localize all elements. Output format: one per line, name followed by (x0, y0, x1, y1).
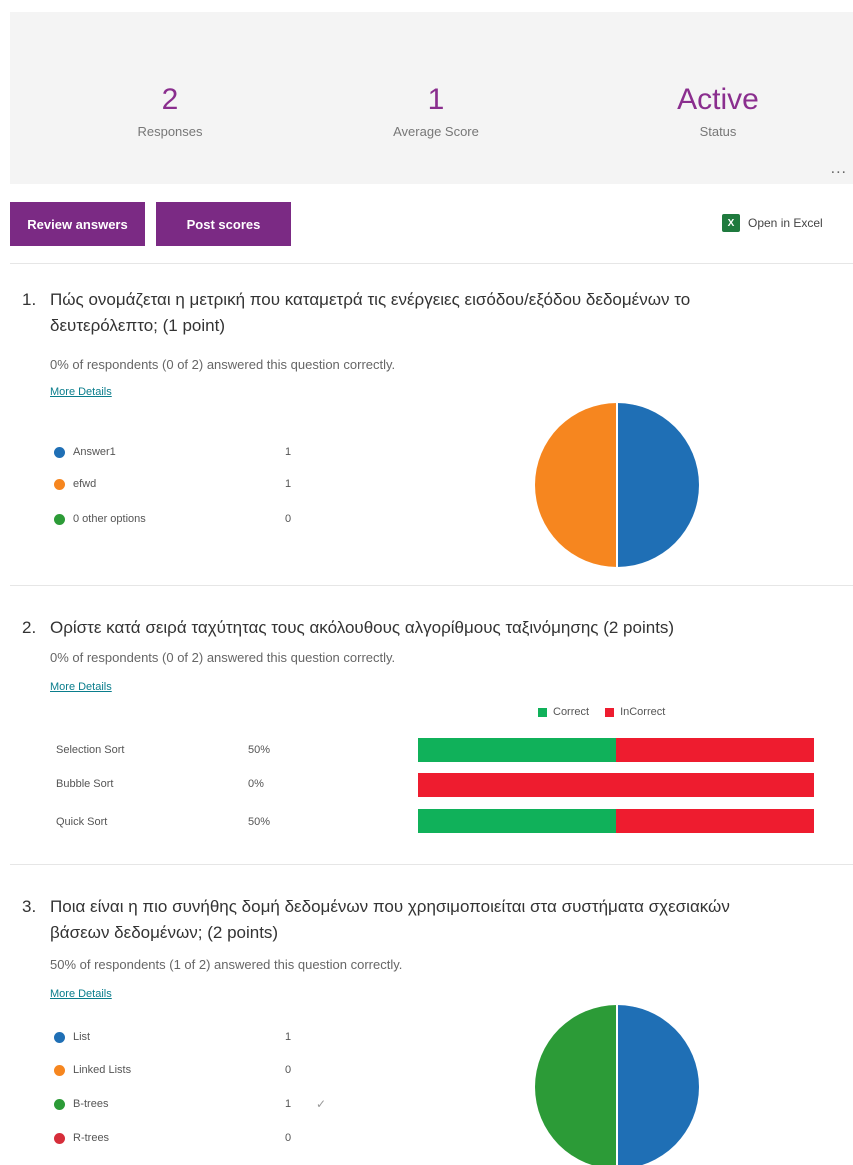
blue-dot-icon (54, 1031, 65, 1043)
pie-slice-b-trees (535, 1005, 617, 1165)
question-1-title: 1. Πώς ονομάζεται η μετρική που καταμετρά… (22, 290, 691, 335)
orange-dot-icon (54, 1064, 65, 1076)
red-dot-icon (54, 1132, 65, 1144)
average-score-value: 1 (427, 83, 445, 116)
list-item: List 1 (54, 1027, 291, 1047)
correct-segment (418, 738, 616, 762)
question-3-pie-chart (535, 1005, 699, 1165)
average-score-stat: 1 Average Score (336, 82, 536, 139)
bar-row-pct: 50% (248, 744, 271, 756)
list-item: 0 other options 0 (54, 509, 291, 529)
pie-slice-efwd (535, 403, 617, 567)
pie-slice-list (617, 1005, 699, 1165)
bar-quick-sort (418, 809, 814, 833)
bar-selection-sort (418, 738, 814, 762)
question-2-stat: 0% of respondents (0 of 2) answered this… (50, 650, 396, 665)
bar-bubble-sort (418, 773, 814, 797)
incorrect-segment (418, 773, 814, 797)
legend-correct: Correct (538, 706, 589, 718)
divider (10, 263, 853, 264)
question-3-title: 3. Ποια είναι η πιο συνήθης δομή δεδομένω… (22, 897, 730, 942)
post-scores-button[interactable]: Post scores (156, 202, 291, 246)
divider (10, 864, 853, 865)
open-in-excel-link[interactable]: X Open in Excel (722, 214, 823, 232)
question-2-title: 2. Ορίστε κατά σειρά ταχύτητας τους ακόλο… (22, 618, 675, 637)
list-item: B-trees 1 ✓ (54, 1094, 326, 1114)
question-1-stat: 0% of respondents (0 of 2) answered this… (50, 357, 396, 372)
bar-legend: Correct InCorrect (538, 706, 681, 718)
responses-count: 2 (161, 83, 179, 116)
open-in-excel-label: Open in Excel (748, 216, 823, 230)
responses-label: Responses (137, 124, 203, 139)
list-item: Linked Lists 0 (54, 1060, 291, 1080)
bar-row-label: Quick Sort (56, 816, 108, 828)
legend-incorrect: InCorrect (605, 706, 665, 718)
question-1-pie-chart (535, 403, 699, 567)
list-item: efwd 1 (54, 474, 291, 494)
question-2-more-details-link[interactable]: More Details (50, 681, 112, 693)
question-1-more-details-link[interactable]: More Details (50, 386, 112, 398)
pie-slice-answer1 (617, 403, 699, 567)
status-label: Status (699, 124, 737, 139)
bar-row-pct: 0% (248, 778, 264, 790)
bar-row-pct: 50% (248, 816, 271, 828)
status-value: Active (677, 83, 759, 116)
blue-dot-icon (54, 446, 65, 458)
excel-icon: X (722, 214, 740, 232)
list-item: Answer1 1 (54, 442, 291, 462)
bar-row-label: Bubble Sort (56, 778, 114, 790)
green-dot-icon (54, 1098, 65, 1110)
more-options-icon[interactable]: ... (831, 160, 847, 178)
check-icon: ✓ (316, 1097, 327, 1111)
question-3-more-details-link[interactable]: More Details (50, 988, 112, 1000)
incorrect-segment (616, 738, 814, 762)
list-item: R-trees 0 (54, 1128, 291, 1148)
review-answers-button[interactable]: Review answers (10, 202, 145, 246)
correct-segment (418, 809, 616, 833)
status-stat: Active Status (618, 82, 818, 139)
bar-row-label: Selection Sort (56, 744, 125, 756)
incorrect-segment (616, 809, 814, 833)
summary-panel: 2 Responses 1 Average Score Active Statu… (10, 12, 853, 184)
orange-dot-icon (54, 478, 65, 490)
divider (10, 585, 853, 586)
green-dot-icon (54, 513, 65, 525)
average-score-label: Average Score (393, 124, 479, 139)
responses-stat: 2 Responses (70, 82, 270, 139)
question-3-stat: 50% of respondents (1 of 2) answered thi… (50, 957, 403, 972)
